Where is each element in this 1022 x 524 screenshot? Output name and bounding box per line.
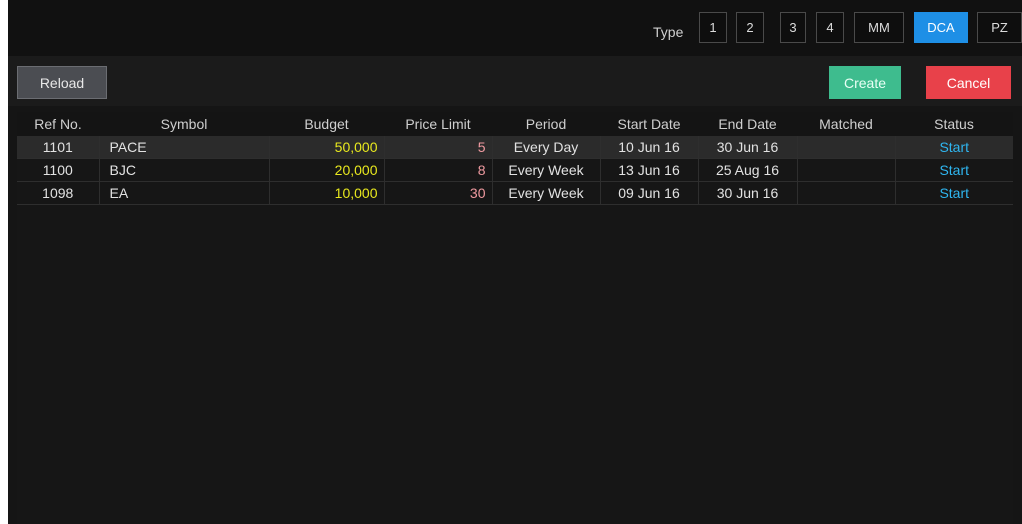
col-header-budget[interactable]: Budget: [269, 112, 384, 136]
cancel-button[interactable]: Cancel: [926, 66, 1011, 99]
cell-budget: 10,000: [269, 181, 385, 205]
cell-ref-no: 1100: [17, 158, 100, 182]
cell-end-date: 30 Jun 16: [698, 181, 798, 205]
col-header-ref-no[interactable]: Ref No.: [17, 112, 99, 136]
cell-period: Every Week: [492, 181, 601, 205]
col-header-period[interactable]: Period: [492, 112, 600, 136]
table-row[interactable]: 1098 EA 10,000 30 Every Week 09 Jun 16 3…: [17, 181, 1013, 205]
cell-matched: [797, 158, 896, 182]
cell-symbol: BJC: [99, 158, 270, 182]
cell-status[interactable]: Start: [895, 136, 1013, 159]
cell-start-date: 13 Jun 16: [600, 158, 699, 182]
orders-table-container: Ref No. Symbol Budget Price Limit Period…: [17, 112, 1013, 524]
type-option-3[interactable]: 3: [780, 12, 806, 43]
cell-ref-no: 1098: [17, 181, 100, 205]
cell-end-date: 25 Aug 16: [698, 158, 798, 182]
table-row[interactable]: 1101 PACE 50,000 5 Every Day 10 Jun 16 3…: [17, 136, 1013, 159]
cell-start-date: 09 Jun 16: [600, 181, 699, 205]
dca-order-panel: Type 1 2 3 4 MM DCA PZ Reload Create Can…: [8, 0, 1022, 524]
table-header-row: Ref No. Symbol Budget Price Limit Period…: [17, 112, 1013, 136]
type-selector-bar: Type 1 2 3 4 MM DCA PZ: [8, 0, 1022, 56]
table-row[interactable]: 1100 BJC 20,000 8 Every Week 13 Jun 16 2…: [17, 158, 1013, 182]
col-header-price-limit[interactable]: Price Limit: [384, 112, 492, 136]
cell-status[interactable]: Start: [895, 181, 1013, 205]
col-header-start-date[interactable]: Start Date: [600, 112, 698, 136]
type-option-4[interactable]: 4: [816, 12, 844, 43]
cell-budget: 50,000: [269, 136, 385, 159]
cell-matched: [797, 136, 896, 159]
type-label: Type: [653, 24, 684, 40]
reload-button[interactable]: Reload: [17, 66, 107, 99]
cell-period: Every Week: [492, 158, 601, 182]
col-header-status[interactable]: Status: [895, 112, 1013, 136]
type-option-2[interactable]: 2: [736, 12, 764, 43]
col-header-end-date[interactable]: End Date: [698, 112, 797, 136]
cell-period: Every Day: [492, 136, 601, 159]
orders-table: Ref No. Symbol Budget Price Limit Period…: [17, 112, 1013, 205]
cell-symbol: PACE: [99, 136, 270, 159]
cell-budget: 20,000: [269, 158, 385, 182]
cell-price-limit: 30: [384, 181, 493, 205]
cell-status[interactable]: Start: [895, 158, 1013, 182]
type-option-1[interactable]: 1: [699, 12, 727, 43]
type-option-mm[interactable]: MM: [854, 12, 904, 43]
cell-matched: [797, 181, 896, 205]
col-header-matched[interactable]: Matched: [797, 112, 895, 136]
cell-price-limit: 8: [384, 158, 493, 182]
create-button[interactable]: Create: [829, 66, 901, 99]
type-option-pz[interactable]: PZ: [977, 12, 1022, 43]
cell-end-date: 30 Jun 16: [698, 136, 798, 159]
cell-price-limit: 5: [384, 136, 493, 159]
col-header-symbol[interactable]: Symbol: [99, 112, 269, 136]
cell-symbol: EA: [99, 181, 270, 205]
type-option-dca[interactable]: DCA: [914, 12, 968, 43]
action-toolbar: Reload Create Cancel: [8, 56, 1022, 106]
cell-start-date: 10 Jun 16: [600, 136, 699, 159]
cell-ref-no: 1101: [17, 136, 100, 159]
